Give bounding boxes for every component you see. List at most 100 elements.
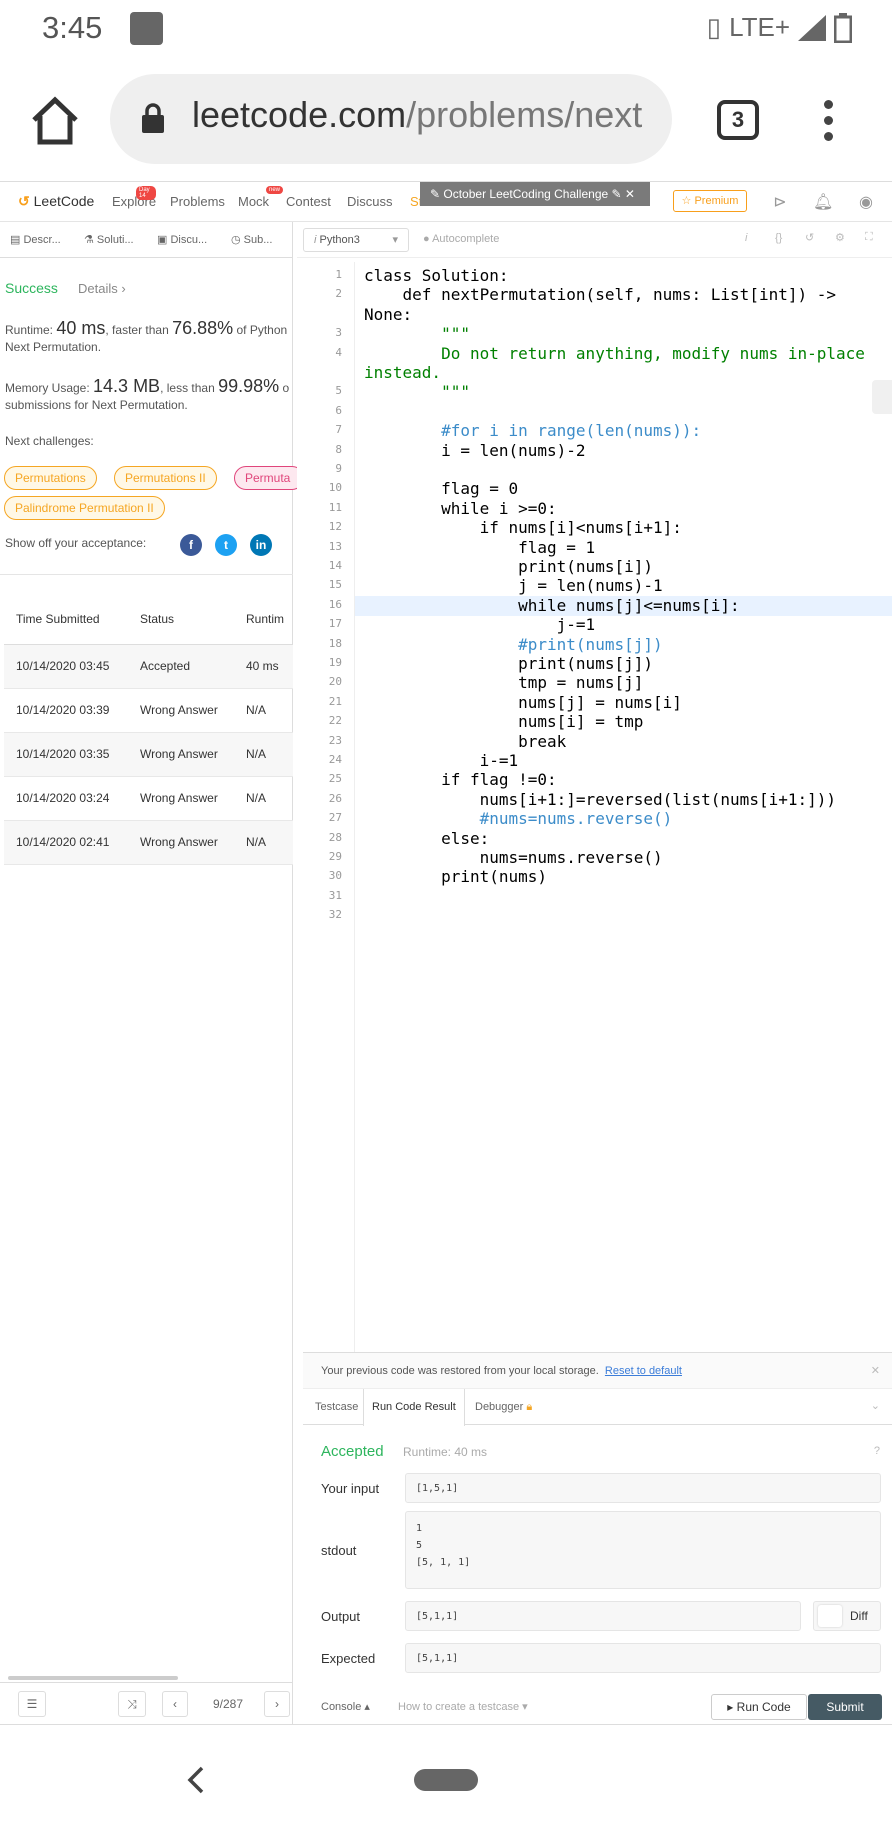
- status-bar: 3:45 ▯ LTE+: [0, 0, 892, 58]
- reset-to-default-link[interactable]: Reset to default: [605, 1365, 682, 1377]
- language-select[interactable]: i Python3 ▾: [303, 228, 409, 252]
- code-line: Do not return anything, modify nums in-p…: [364, 343, 865, 363]
- settings-icon[interactable]: ⚙: [835, 231, 845, 244]
- diff-toggle[interactable]: Diff: [813, 1601, 881, 1631]
- android-nav-bar: [0, 1724, 892, 1834]
- table-row[interactable]: 10/14/2020 03:39 Wrong Answer N/A: [4, 688, 293, 733]
- your-input-value: [1,5,1]: [405, 1473, 881, 1503]
- details-link[interactable]: Details ›: [78, 281, 126, 296]
- playground-icon[interactable]: ⊳: [770, 192, 790, 212]
- user-icon[interactable]: ◉: [856, 192, 876, 212]
- restore-notice-text: Your previous code was restored from you…: [321, 1365, 599, 1377]
- braces-icon[interactable]: {}: [775, 232, 782, 244]
- home-icon[interactable]: [28, 94, 82, 148]
- shuffle-icon[interactable]: ⤨: [118, 1691, 146, 1717]
- line-number: 30: [328, 869, 342, 883]
- collapse-chevron-icon[interactable]: ⌄: [871, 1399, 880, 1412]
- table-row[interactable]: 10/14/2020 02:41 Wrong Answer N/A: [4, 820, 293, 865]
- line-number: 20: [328, 675, 342, 689]
- row-time: 10/14/2020 03:45: [4, 644, 128, 689]
- line-number: 24: [328, 753, 342, 766]
- challenge-banner[interactable]: ✎ October LeetCoding Challenge ✎ ✕: [420, 182, 650, 206]
- twitter-icon[interactable]: t: [215, 534, 237, 556]
- row-status[interactable]: Wrong Answer: [128, 688, 234, 733]
- submissions-table: Time Submitted Status Runtim 10/14/2020 …: [4, 594, 293, 865]
- home-pill[interactable]: [414, 1769, 478, 1791]
- premium-button[interactable]: ☆ Premium: [673, 190, 747, 212]
- help-icon[interactable]: ?: [874, 1445, 880, 1457]
- row-status[interactable]: Wrong Answer: [128, 732, 234, 777]
- runtime-stat: Runtime: 40 ms, faster than 76.88% of Py…: [5, 318, 295, 339]
- line-number-gutter: 1 2 3 4 5 6 7 8 9 10 11 12 13 14 15 16 17 18 19 20 21 22 23 24 2…: [297, 262, 355, 1352]
- table-row[interactable]: 10/14/2020 03:24 Wrong Answer N/A: [4, 776, 293, 821]
- console-button[interactable]: Console ▴: [321, 1700, 370, 1713]
- submit-button[interactable]: Submit: [808, 1694, 882, 1720]
- back-icon[interactable]: [184, 1765, 208, 1795]
- info-icon[interactable]: i: [745, 232, 747, 244]
- close-icon[interactable]: ✕: [871, 1353, 880, 1389]
- runtime-suffix: of Python: [233, 323, 288, 337]
- chip-permutations-ii[interactable]: Permutations II: [114, 466, 217, 490]
- diff-switch: [818, 1605, 842, 1627]
- code-line: nums[i] = tmp: [364, 712, 644, 732]
- restore-notice: Your previous code was restored from you…: [303, 1353, 892, 1389]
- line-number: 29: [328, 850, 342, 863]
- chip-palindrome-permutation-ii[interactable]: Palindrome Permutation II: [4, 496, 165, 520]
- code-line: i-=1: [364, 751, 519, 770]
- nav-mock[interactable]: Mock new: [238, 186, 284, 209]
- table-row[interactable]: 10/14/2020 03:35 Wrong Answer N/A: [4, 732, 293, 777]
- code-line: while nums[j]<=nums[i]:: [364, 595, 740, 615]
- tab-discuss-label: Discu...: [170, 234, 208, 246]
- chip-permutations[interactable]: Permutations: [4, 466, 97, 490]
- code-line: #print(nums[j]): [364, 634, 663, 654]
- line-number: 18: [328, 636, 342, 650]
- side-handle[interactable]: [872, 380, 892, 414]
- howto-testcase-link[interactable]: How to create a testcase ▾: [398, 1700, 528, 1713]
- tab-testcase[interactable]: Testcase: [307, 1389, 366, 1425]
- code-line: print(nums[j]): [364, 654, 653, 673]
- run-code-button[interactable]: ▸ Run Code: [711, 1694, 807, 1720]
- problem-list-icon[interactable]: ☰: [18, 1691, 46, 1717]
- prev-problem-icon[interactable]: ‹: [162, 1691, 188, 1717]
- tab-discuss[interactable]: ▣ Discu...: [157, 233, 207, 246]
- tab-count-button[interactable]: 3: [717, 100, 759, 140]
- reset-icon[interactable]: ↺: [805, 231, 814, 244]
- row-status[interactable]: Wrong Answer: [128, 776, 234, 821]
- tab-run-code-result[interactable]: Run Code Result: [363, 1389, 465, 1426]
- code-line: #for i in range(len(nums)):: [364, 421, 702, 441]
- line-number: 6: [335, 403, 342, 417]
- fullscreen-icon[interactable]: ⛶: [865, 231, 873, 244]
- line-number: 21: [328, 694, 342, 708]
- tab-description[interactable]: ▤ Descr...: [10, 233, 61, 246]
- tab-debugger[interactable]: Debugger 🔒︎: [467, 1389, 540, 1425]
- chip-permutation-sequence[interactable]: Permuta: [234, 466, 304, 490]
- row-time: 10/14/2020 03:24: [4, 776, 128, 821]
- network-label: LTE+: [729, 12, 790, 42]
- row-runtime: N/A: [234, 776, 293, 821]
- bell-icon[interactable]: 🔔︎: [813, 192, 833, 212]
- memory-stat-line2: submissions for Next Permutation.: [5, 398, 188, 412]
- left-panel: ▤ Descr... ⚗ Soluti... ▣ Discu... ◷ Sub.…: [0, 222, 304, 1724]
- facebook-icon[interactable]: f: [180, 534, 202, 556]
- line-number: 3: [335, 326, 342, 340]
- autocomplete-toggle[interactable]: ● Autocomplete: [423, 233, 499, 245]
- nav-contest[interactable]: Contest: [286, 194, 331, 209]
- nav-explore[interactable]: Explore Day 14: [112, 186, 157, 209]
- nav-discuss[interactable]: Discuss: [347, 194, 393, 209]
- runtime-stat-line2: Next Permutation.: [5, 340, 102, 354]
- nav-problems[interactable]: Problems: [170, 194, 225, 209]
- table-row[interactable]: 10/14/2020 03:45 Accepted 40 ms: [4, 644, 293, 689]
- linkedin-icon[interactable]: in: [250, 534, 272, 556]
- next-problem-icon[interactable]: ›: [264, 1691, 290, 1717]
- leetcode-logo[interactable]: ↺ LeetCode: [18, 193, 94, 210]
- line-number: 4: [335, 345, 342, 359]
- url-bar[interactable]: leetcode.com/problems/next: [110, 74, 672, 164]
- row-status[interactable]: Wrong Answer: [128, 820, 234, 865]
- tab-solution[interactable]: ⚗ Soluti...: [84, 233, 134, 246]
- tab-submissions[interactable]: ◷ Sub...: [231, 233, 272, 246]
- horizontal-scrollbar[interactable]: [8, 1676, 178, 1680]
- line-number: 23: [328, 733, 342, 747]
- browser-menu-icon[interactable]: [818, 96, 838, 146]
- row-status[interactable]: Accepted: [128, 644, 234, 689]
- tab-debugger-label: Debugger: [475, 1401, 524, 1413]
